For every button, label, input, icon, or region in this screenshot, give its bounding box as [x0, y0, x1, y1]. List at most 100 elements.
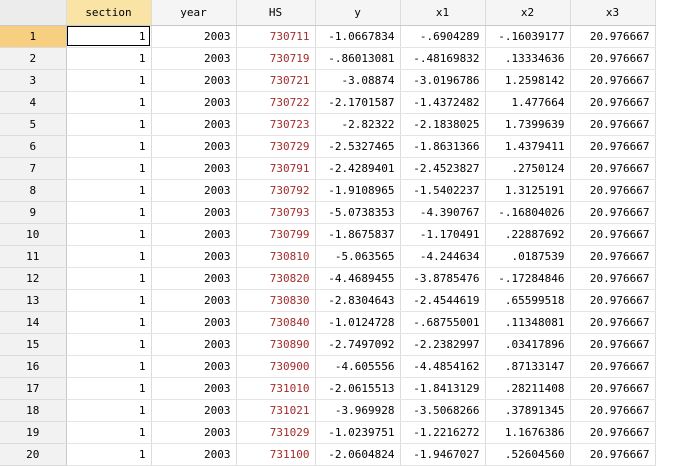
cell-x3[interactable]: 20.976667	[570, 377, 656, 400]
cell-year[interactable]: 2003	[151, 443, 237, 466]
cell-year[interactable]: 2003	[151, 179, 237, 202]
cell-hs[interactable]: 731100	[236, 443, 316, 466]
cell-section[interactable]: 1	[66, 377, 152, 400]
cell-y[interactable]: -3.969928	[315, 399, 401, 422]
cell-x3[interactable]: 20.976667	[570, 399, 656, 422]
cell-x2[interactable]: 1.7399639	[485, 113, 571, 136]
cell-y[interactable]: -1.8675837	[315, 223, 401, 246]
cell-year[interactable]: 2003	[151, 333, 237, 356]
row-header[interactable]: 1	[0, 25, 67, 48]
cell-x3[interactable]: 20.976667	[570, 267, 656, 290]
cell-y[interactable]: -2.82322	[315, 113, 401, 136]
cell-x1[interactable]: -1.5402237	[400, 179, 486, 202]
cell-x1[interactable]: -4.244634	[400, 245, 486, 268]
cell-section[interactable]: 1	[66, 355, 152, 378]
cell-x2[interactable]: .11348081	[485, 311, 571, 334]
cell-x2[interactable]: .03417896	[485, 333, 571, 356]
cell-y[interactable]: -1.0239751	[315, 421, 401, 444]
cell-year[interactable]: 2003	[151, 377, 237, 400]
cell-section[interactable]: 1	[66, 135, 152, 158]
cell-x3[interactable]: 20.976667	[570, 421, 656, 444]
corner-cell[interactable]	[0, 0, 67, 26]
cell-year[interactable]: 2003	[151, 421, 237, 444]
cell-x3[interactable]: 20.976667	[570, 135, 656, 158]
cell-y[interactable]: -2.0604824	[315, 443, 401, 466]
cell-x3[interactable]: 20.976667	[570, 245, 656, 268]
cell-x1[interactable]: -2.2382997	[400, 333, 486, 356]
cell-hs[interactable]: 731029	[236, 421, 316, 444]
cell-y[interactable]: -2.0615513	[315, 377, 401, 400]
cell-x1[interactable]: -4.4854162	[400, 355, 486, 378]
column-header-hs[interactable]: HS	[236, 0, 316, 26]
row-header[interactable]: 14	[0, 311, 67, 334]
cell-year[interactable]: 2003	[151, 311, 237, 334]
cell-x1[interactable]: -1.8413129	[400, 377, 486, 400]
row-header[interactable]: 8	[0, 179, 67, 202]
cell-y[interactable]: -3.08874	[315, 69, 401, 92]
row-header[interactable]: 19	[0, 421, 67, 444]
cell-x2[interactable]: .87133147	[485, 355, 571, 378]
cell-x3[interactable]: 20.976667	[570, 311, 656, 334]
cell-y[interactable]: -4.4689455	[315, 267, 401, 290]
cell-hs[interactable]: 730900	[236, 355, 316, 378]
row-header[interactable]: 10	[0, 223, 67, 246]
cell-year[interactable]: 2003	[151, 69, 237, 92]
cell-y[interactable]: -2.8304643	[315, 289, 401, 312]
row-header[interactable]: 3	[0, 69, 67, 92]
cell-y[interactable]: -2.5327465	[315, 135, 401, 158]
cell-section[interactable]: 1	[66, 333, 152, 356]
cell-x1[interactable]: -2.1838025	[400, 113, 486, 136]
cell-section[interactable]: 1	[66, 223, 152, 246]
cell-hs[interactable]: 730830	[236, 289, 316, 312]
cell-year[interactable]: 2003	[151, 267, 237, 290]
row-header[interactable]: 5	[0, 113, 67, 136]
cell-y[interactable]: -1.0124728	[315, 311, 401, 334]
row-header[interactable]: 4	[0, 91, 67, 114]
cell-section[interactable]: 1	[66, 289, 152, 312]
cell-section[interactable]: 1	[66, 443, 152, 466]
cell-section[interactable]: 1	[66, 399, 152, 422]
cell-year[interactable]: 2003	[151, 113, 237, 136]
cell-year[interactable]: 2003	[151, 47, 237, 70]
cell-section[interactable]: 1	[66, 113, 152, 136]
cell-hs[interactable]: 730719	[236, 47, 316, 70]
cell-year[interactable]: 2003	[151, 157, 237, 180]
cell-x1[interactable]: -.48169832	[400, 47, 486, 70]
cell-hs[interactable]: 730820	[236, 267, 316, 290]
cell-section[interactable]: 1	[66, 267, 152, 290]
cell-x1[interactable]: -3.5068266	[400, 399, 486, 422]
row-header[interactable]: 7	[0, 157, 67, 180]
column-header-section[interactable]: section	[66, 0, 152, 26]
cell-section[interactable]: 1	[66, 69, 152, 92]
column-header-x3[interactable]: x3	[570, 0, 656, 26]
cell-x2[interactable]: 1.2598142	[485, 69, 571, 92]
cell-hs[interactable]: 731010	[236, 377, 316, 400]
cell-section[interactable]: 1	[66, 179, 152, 202]
cell-y[interactable]: -1.9108965	[315, 179, 401, 202]
row-header[interactable]: 9	[0, 201, 67, 224]
cell-x2[interactable]: .65599518	[485, 289, 571, 312]
cell-year[interactable]: 2003	[151, 223, 237, 246]
cell-y[interactable]: -2.7497092	[315, 333, 401, 356]
cell-year[interactable]: 2003	[151, 289, 237, 312]
cell-hs[interactable]: 730793	[236, 201, 316, 224]
cell-year[interactable]: 2003	[151, 399, 237, 422]
cell-x2[interactable]: 1.4379411	[485, 135, 571, 158]
cell-section[interactable]: 1	[66, 201, 152, 224]
cell-year[interactable]: 2003	[151, 135, 237, 158]
cell-x1[interactable]: -3.0196786	[400, 69, 486, 92]
cell-section[interactable]: 1	[66, 25, 152, 48]
cell-x3[interactable]: 20.976667	[570, 355, 656, 378]
cell-x3[interactable]: 20.976667	[570, 25, 656, 48]
column-header-x1[interactable]: x1	[400, 0, 486, 26]
cell-hs[interactable]: 730721	[236, 69, 316, 92]
cell-x2[interactable]: -.17284846	[485, 267, 571, 290]
cell-hs[interactable]: 730729	[236, 135, 316, 158]
cell-section[interactable]: 1	[66, 245, 152, 268]
cell-x3[interactable]: 20.976667	[570, 157, 656, 180]
cell-hs[interactable]: 730723	[236, 113, 316, 136]
row-header[interactable]: 17	[0, 377, 67, 400]
cell-hs[interactable]: 730792	[236, 179, 316, 202]
cell-hs[interactable]: 730722	[236, 91, 316, 114]
cell-x2[interactable]: .2750124	[485, 157, 571, 180]
